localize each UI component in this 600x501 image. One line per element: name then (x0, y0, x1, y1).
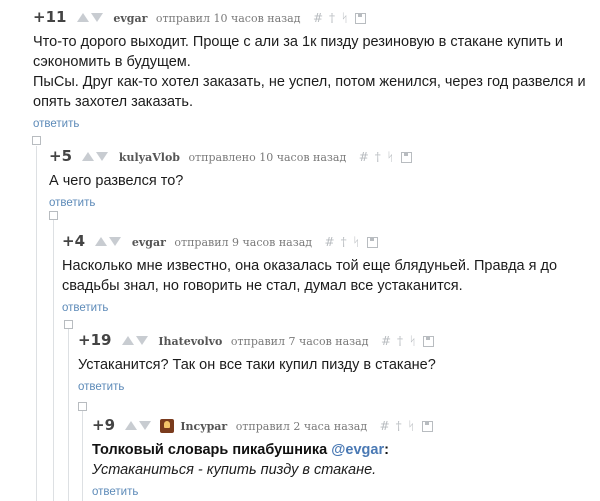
branch-icon[interactable]: ᛋ (409, 330, 422, 352)
comment-text-line: свадьбы знал, но говорить не стал, думал… (62, 278, 463, 294)
comment-time[interactable]: отправлено 10 часов назад (188, 151, 346, 164)
dagger-icon[interactable]: † (375, 146, 387, 168)
comment-text-line: сэкономить в будущем. (33, 54, 191, 70)
dagger-icon[interactable]: † (341, 231, 353, 253)
comment-italic-definition: - купить пизду в стакане. (193, 462, 377, 478)
comment-header: +9 Incypar отправил 2 часа назад #†ᛋ (92, 414, 600, 436)
vote-controls (121, 330, 148, 352)
hash-icon[interactable]: # (380, 415, 396, 437)
collapse-toggle[interactable] (64, 320, 73, 329)
comment-author[interactable]: Incypar (180, 420, 227, 433)
branch-icon[interactable]: ᛋ (353, 231, 366, 253)
collapse-toggle[interactable] (32, 136, 41, 145)
vote-down-icon[interactable] (109, 237, 122, 247)
dagger-icon[interactable]: † (396, 415, 408, 437)
comment-italic-term: Устаканиться (92, 462, 194, 478)
comment-text-line: опять захотел заказать. (33, 94, 193, 110)
thread-line-level-4 (82, 408, 83, 501)
comment-author[interactable]: evgar (113, 12, 147, 25)
save-icon[interactable] (423, 336, 435, 347)
save-icon[interactable] (421, 421, 433, 432)
hash-icon[interactable]: # (359, 146, 375, 168)
reply-link[interactable]: ответить (33, 118, 79, 130)
comment-time[interactable]: отправил 2 часа назад (236, 420, 367, 433)
save-icon[interactable] (366, 237, 378, 248)
vote-down-icon[interactable] (139, 421, 152, 431)
vote-controls (125, 415, 152, 437)
comment-rating: +11 (33, 8, 67, 26)
vote-up-icon[interactable] (125, 421, 138, 431)
save-icon[interactable] (355, 13, 367, 24)
vote-down-icon[interactable] (135, 336, 148, 346)
comment-author[interactable]: kulyaVlob (119, 151, 180, 164)
vote-down-icon[interactable] (96, 152, 109, 162)
hash-icon[interactable]: # (325, 231, 341, 253)
comment-body: Что-то дорого выходит. Проще с али за 1к… (33, 32, 600, 112)
comment-tools: #†ᛋ (381, 330, 435, 352)
avatar[interactable] (159, 418, 174, 433)
comment-time[interactable]: отправил 10 часов назад (156, 12, 301, 25)
thread-line-level-2 (53, 220, 54, 501)
comment: +5 kulyaVlob отправлено 10 часов назад #… (49, 145, 600, 211)
comment-author[interactable]: evgar (132, 236, 166, 249)
branch-icon[interactable]: ᛋ (408, 415, 421, 437)
comment: +4 evgar отправил 9 часов назад #†ᛋ Наск… (62, 230, 600, 316)
vote-up-icon[interactable] (82, 152, 95, 162)
comment-rating: +9 (92, 416, 116, 434)
comment-rating: +4 (62, 232, 86, 250)
comment-rating: +19 (78, 331, 112, 349)
comment-text-line: Насколько мне известно, она оказалась то… (62, 258, 558, 274)
dagger-icon[interactable]: † (329, 7, 341, 29)
comment-body: Устаканится? Так он все таки купил пизду… (78, 355, 600, 375)
vote-up-icon[interactable] (95, 237, 108, 247)
reply-link[interactable]: ответить (62, 302, 108, 314)
comment-text-line: Толковый словарь пикабушника @evgar: (92, 440, 600, 460)
dagger-icon[interactable]: † (397, 330, 409, 352)
collapse-toggle[interactable] (49, 211, 58, 220)
hash-icon[interactable]: # (313, 7, 329, 29)
user-mention-link[interactable]: @evgar (331, 442, 384, 458)
comment-header: +4 evgar отправил 9 часов назад #†ᛋ (62, 230, 600, 252)
comment-body: А чего развелся то? (49, 171, 600, 191)
vote-down-icon[interactable] (90, 13, 103, 23)
vote-controls (76, 7, 103, 29)
comment-rating: +5 (49, 147, 73, 165)
comment-time[interactable]: отправил 7 часов назад (231, 335, 369, 348)
comment-text-line: ПыСы. Друг как-то хотел заказать, не усп… (33, 74, 586, 90)
thread-line-level-3 (68, 328, 69, 501)
comment-time[interactable]: отправил 9 часов назад (174, 236, 312, 249)
comment-tools: #†ᛋ (380, 415, 433, 437)
comment-tools: #†ᛋ (313, 7, 367, 29)
comment-body: Толковый словарь пикабушника @evgar: Уст… (92, 440, 600, 480)
comment-bold-title: Толковый словарь пикабушника (92, 442, 328, 458)
branch-icon[interactable]: ᛋ (387, 146, 400, 168)
comment: +19 Ihatevolvo отправил 7 часов назад #†… (78, 329, 600, 395)
comment-header: +11 evgar отправил 10 часов назад #†ᛋ (33, 6, 600, 28)
comment-body: Насколько мне известно, она оказалась то… (62, 256, 600, 296)
reply-link[interactable]: ответить (78, 381, 124, 393)
comment-author[interactable]: Ihatevolvo (158, 335, 222, 348)
vote-controls (95, 231, 122, 253)
comment-header: +5 kulyaVlob отправлено 10 часов назад #… (49, 145, 600, 167)
vote-controls (82, 146, 109, 168)
comment-colon: : (384, 442, 389, 458)
comment: +11 evgar отправил 10 часов назад #†ᛋ Чт… (33, 6, 600, 132)
reply-link[interactable]: ответить (49, 197, 95, 209)
comment-text-line: Устаканиться - купить пизду в стакане. (92, 460, 600, 480)
thread-line-level-1 (36, 146, 37, 501)
reply-link[interactable]: ответить (92, 486, 138, 498)
vote-up-icon[interactable] (121, 336, 134, 346)
comment-tools: #†ᛋ (325, 231, 378, 253)
comment: +9 Incypar отправил 2 часа назад #†ᛋ Тол… (92, 414, 600, 500)
comment-tools: #†ᛋ (359, 146, 412, 168)
comment-text-line: А чего развелся то? (49, 173, 184, 189)
comment-header: +19 Ihatevolvo отправил 7 часов назад #†… (78, 329, 600, 351)
comment-text-line: Устаканится? Так он все таки купил пизду… (78, 357, 436, 373)
collapse-toggle[interactable] (78, 402, 87, 411)
comment-text-line: Что-то дорого выходит. Проще с али за 1к… (33, 34, 564, 50)
branch-icon[interactable]: ᛋ (341, 7, 354, 29)
vote-up-icon[interactable] (76, 13, 89, 23)
hash-icon[interactable]: # (381, 330, 397, 352)
save-icon[interactable] (400, 152, 412, 163)
